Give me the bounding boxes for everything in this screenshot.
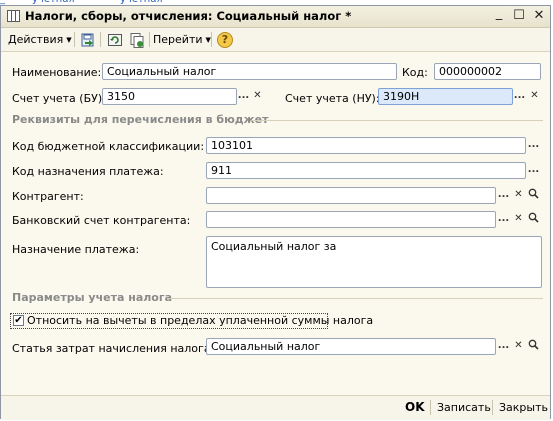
- bank-account-open-icon[interactable]: [527, 212, 540, 227]
- bank-account-field[interactable]: [206, 211, 496, 228]
- counterparty-select-button[interactable]: ...: [497, 188, 510, 203]
- section-divider: [251, 120, 543, 121]
- budget-section-title: Реквизиты для перечисления в бюджет: [12, 113, 269, 126]
- account-nu-select-button[interactable]: ...: [513, 89, 526, 104]
- account-bu-field[interactable]: 3150: [102, 88, 237, 105]
- copy-document-icon[interactable]: [129, 32, 145, 48]
- section-divider: [167, 298, 543, 299]
- deduction-checkbox-label[interactable]: Относить на вычеты в пределах уплаченной…: [27, 314, 373, 327]
- name-field[interactable]: Социальный налог: [102, 63, 397, 80]
- refresh-icon[interactable]: [107, 32, 123, 48]
- toolbar-separator: [211, 32, 212, 47]
- counterparty-clear-icon[interactable]: ✕: [512, 188, 525, 203]
- dropdown-arrow-icon: ▼: [66, 36, 72, 44]
- counterparty-label: Контрагент:: [12, 190, 84, 203]
- bottom-bar: OK Записать Закрыть: [1, 395, 550, 420]
- bank-account-clear-icon[interactable]: ✕: [512, 212, 525, 227]
- deduction-checkbox[interactable]: ✔: [13, 315, 24, 326]
- title-bar[interactable]: Налоги, сборы, отчисления: Социальный на…: [1, 6, 550, 28]
- toolbar-separator: [149, 32, 150, 47]
- dialog-window: Налоги, сборы, отчисления: Социальный на…: [0, 5, 551, 420]
- account-bu-label: Счет учета (БУ):: [12, 92, 106, 105]
- payment-purpose-label: Назначение платежа:: [12, 243, 140, 256]
- account-nu-clear-icon[interactable]: ✕: [528, 89, 541, 104]
- bank-account-label: Банковский счет контрагента:: [12, 214, 191, 227]
- help-icon[interactable]: ?: [217, 32, 233, 48]
- form-icon: [7, 10, 20, 22]
- button-separator: [492, 400, 493, 415]
- purpose-code-field[interactable]: 911: [206, 162, 526, 179]
- bank-account-select-button[interactable]: ...: [497, 212, 510, 227]
- button-separator: [430, 400, 431, 415]
- save-and-close-icon[interactable]: [80, 32, 96, 48]
- toolbar-separator: [74, 32, 75, 47]
- tax-section-title: Параметры учета налога: [12, 291, 173, 304]
- expense-item-clear-icon[interactable]: ✕: [512, 339, 525, 354]
- goto-menu-label: Перейти: [153, 33, 203, 46]
- name-label: Наименование:: [12, 66, 102, 79]
- window-title: Налоги, сборы, отчисления: Социальный на…: [25, 9, 352, 23]
- payment-purpose-textarea[interactable]: Социальный налог за: [206, 236, 542, 288]
- minimize-button[interactable]: _: [491, 6, 507, 22]
- toolbar: Действия ▼ Перейти ▼ ?: [1, 28, 550, 52]
- expense-item-open-icon[interactable]: [527, 339, 540, 354]
- account-bu-clear-icon[interactable]: ✕: [251, 89, 264, 104]
- counterparty-field[interactable]: [206, 187, 496, 204]
- actions-menu[interactable]: Действия ▼: [8, 31, 72, 48]
- purpose-code-select-button[interactable]: ...: [527, 163, 540, 178]
- kbk-label: Код бюджетной классификации:: [12, 140, 205, 153]
- kbk-select-button[interactable]: ...: [527, 138, 540, 153]
- account-nu-field[interactable]: 3190Н: [378, 88, 513, 105]
- maximize-button[interactable]: ☐: [511, 8, 527, 24]
- actions-menu-label: Действия: [8, 33, 64, 46]
- purpose-code-label: Код назначения платежа:: [12, 165, 164, 178]
- counterparty-open-icon[interactable]: [527, 188, 540, 203]
- expense-item-label: Статья затрат начисления налога:: [12, 342, 215, 355]
- close-form-button[interactable]: Закрыть: [499, 401, 548, 414]
- code-label: Код:: [402, 66, 428, 79]
- code-field[interactable]: 000000002: [434, 63, 541, 80]
- account-nu-label: Счет учета (НУ):: [285, 92, 380, 105]
- close-button[interactable]: ✕: [531, 8, 547, 24]
- expense-item-select-button[interactable]: ...: [497, 339, 510, 354]
- goto-menu[interactable]: Перейти ▼: [153, 31, 211, 48]
- toolbar-separator: [100, 32, 101, 47]
- kbk-field[interactable]: 103101: [206, 137, 526, 154]
- save-button[interactable]: Записать: [437, 401, 491, 414]
- expense-item-field[interactable]: Социальный налог: [206, 338, 496, 355]
- account-bu-select-button[interactable]: ...: [237, 89, 250, 104]
- ok-button[interactable]: OK: [405, 400, 425, 414]
